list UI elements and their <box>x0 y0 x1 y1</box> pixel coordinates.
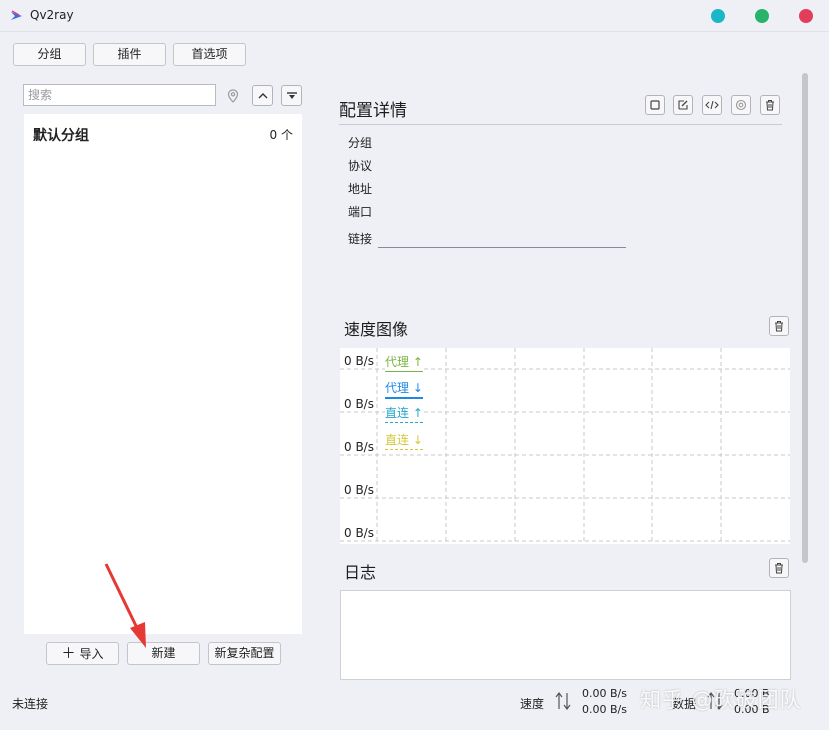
link-value-field[interactable] <box>378 247 626 248</box>
minimize-button[interactable] <box>711 9 725 23</box>
up-down-arrows-icon <box>555 692 571 710</box>
y-tick-label: 0 B/s <box>344 354 374 368</box>
clear-log-icon[interactable] <box>769 558 789 578</box>
select-icon[interactable] <box>645 95 665 115</box>
legend-direct-up: 直连 ↑ <box>385 404 423 423</box>
search-input[interactable] <box>23 84 216 106</box>
speed-chart-title: 速度图像 <box>344 320 409 339</box>
log-title: 日志 <box>344 563 377 582</box>
group-name: 默认分组 <box>33 128 89 144</box>
locate-icon[interactable] <box>222 85 243 106</box>
field-address-label: 地址 <box>348 182 373 196</box>
window-title: Qv2ray <box>30 8 74 22</box>
connection-status: 未连接 <box>12 697 49 711</box>
config-details-title: 配置详情 <box>339 101 407 121</box>
field-link-label: 链接 <box>348 232 373 246</box>
latency-test-icon[interactable] <box>731 95 751 115</box>
chevron-up-icon[interactable] <box>252 85 273 106</box>
new-complex-config-button[interactable]: 新复杂配置 <box>208 642 281 665</box>
connection-list[interactable]: 默认分组 0 个 <box>24 114 302 634</box>
speed-down-value: 0.00 B/s <box>582 703 627 716</box>
delete-icon[interactable] <box>760 95 780 115</box>
maximize-button[interactable] <box>755 9 769 23</box>
y-tick-label: 0 B/s <box>344 483 374 497</box>
plugins-button[interactable]: 插件 <box>93 43 166 66</box>
annotation-arrow-icon <box>104 563 146 648</box>
log-textbox[interactable] <box>340 590 791 680</box>
watermark: 知乎 @砍破团队 <box>640 688 802 712</box>
legend-proxy-up: 代理 ↑ <box>385 353 423 372</box>
field-protocol-label: 协议 <box>348 159 373 173</box>
title-bar: Qv2ray <box>0 0 829 32</box>
field-group-label: 分组 <box>348 136 373 150</box>
plus-icon: ＋ <box>61 645 76 661</box>
close-button[interactable] <box>799 9 813 23</box>
y-tick-label: 0 B/s <box>344 397 374 411</box>
speed-up-value: 0.00 B/s <box>582 687 627 700</box>
config-divider <box>339 124 782 125</box>
edit-icon[interactable] <box>673 95 693 115</box>
speed-label: 速度 <box>520 697 545 711</box>
field-port-label: 端口 <box>348 205 373 219</box>
clear-chart-icon[interactable] <box>769 316 789 336</box>
scrollbar-thumb[interactable] <box>802 73 808 563</box>
speed-chart: 0 B/s 0 B/s 0 B/s 0 B/s 0 B/s 代理 ↑ 代理 ↓ … <box>340 348 790 544</box>
groups-button[interactable]: 分组 <box>13 43 86 66</box>
y-tick-label: 0 B/s <box>344 526 374 540</box>
legend-proxy-down: 代理 ↓ <box>385 379 423 399</box>
legend-direct-down: 直连 ↓ <box>385 431 423 450</box>
qv2ray-logo-icon <box>11 10 22 20</box>
group-count: 0 个 <box>269 128 293 142</box>
sort-dropdown-icon[interactable] <box>281 85 302 106</box>
code-icon[interactable] <box>702 95 722 115</box>
preferences-button[interactable]: 首选项 <box>173 43 246 66</box>
y-tick-label: 0 B/s <box>344 440 374 454</box>
